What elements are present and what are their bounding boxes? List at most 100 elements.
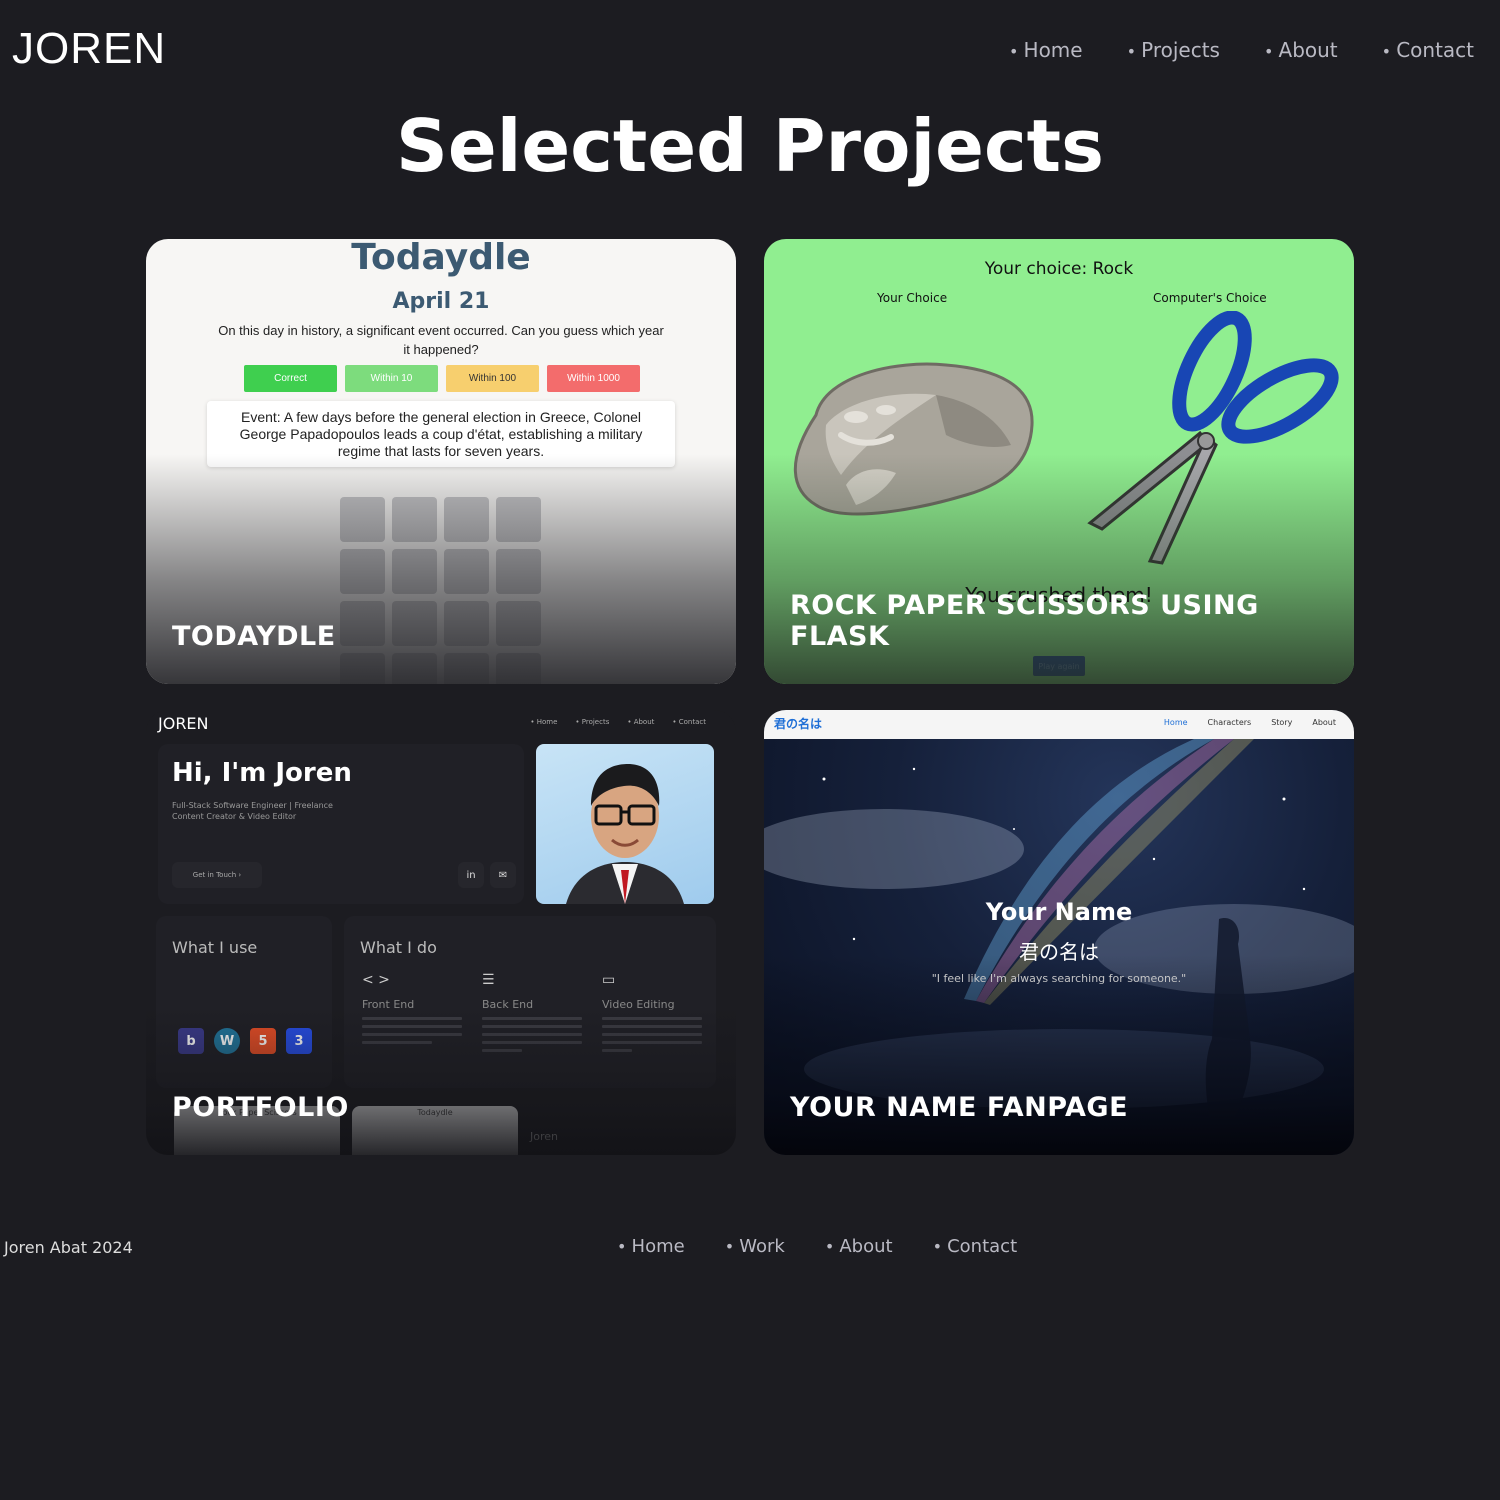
project-card-your-name[interactable]: 君の名は Home Characters Story About Your Na…: [764, 710, 1354, 1155]
legend-within-10: Within 10: [345, 365, 438, 392]
service-title: Front End: [362, 998, 415, 1011]
server-icon: ☰: [482, 972, 495, 988]
html5-icon: 5: [250, 1028, 276, 1054]
portfolio-what-i-use: What I use b W 5 3: [156, 916, 332, 1088]
scissors-image: [1087, 311, 1339, 565]
service-title: Back End: [482, 998, 534, 1011]
yourname-brand: 君の名は: [774, 717, 823, 731]
portfolio-nav-item: • Contact: [672, 718, 706, 726]
yourname-nav-item: About: [1312, 718, 1336, 727]
service-video-editing: ▭ Video Editing: [602, 972, 702, 1057]
what-i-do-heading: What I do: [360, 938, 437, 957]
top-nav: Home Projects About Contact: [1009, 38, 1474, 62]
clapperboard-icon: ▭: [602, 972, 616, 988]
todaydle-date: April 21: [392, 289, 490, 314]
portfolio-nav: • Home • Projects • About • Contact: [530, 718, 706, 726]
hero-subtitle-line: Full-Stack Software Engineer | Freelance: [172, 801, 333, 810]
guess-cell: [444, 601, 489, 646]
guess-cell: [496, 497, 541, 542]
footer-nav-home[interactable]: Home: [617, 1236, 685, 1257]
rps-label-computer: Computer's Choice: [1153, 291, 1267, 305]
guess-cell: [392, 549, 437, 594]
footer-nav: Home Work About Contact: [617, 1236, 1018, 1257]
guess-cell: [340, 653, 385, 684]
footer-nav-contact[interactable]: Contact: [933, 1236, 1017, 1257]
legend-within-100: Within 100: [446, 365, 539, 392]
project-card-todaydle[interactable]: Todaydle April 21 On this day in history…: [146, 239, 736, 684]
todaydle-app-title: Todaydle: [351, 239, 531, 278]
project-caption-rps: ROCK PAPER SCISSORS USING FLASK: [790, 590, 1259, 652]
guess-cell: [392, 601, 437, 646]
yourname-nav-item: Characters: [1207, 718, 1252, 727]
portfolio-what-i-do: What I do < > Front End ☰ Back End ▭ Vid…: [344, 916, 716, 1088]
nav-about[interactable]: About: [1264, 38, 1338, 62]
todaydle-legend: Correct Within 10 Within 100 Within 1000: [244, 365, 640, 392]
guess-cell: [496, 601, 541, 646]
service-front-end: < > Front End: [362, 972, 462, 1049]
tech-icons: b W 5 3: [178, 1028, 312, 1054]
thumb-todaydle: Todaydle: [352, 1106, 518, 1155]
todaydle-event: Event: A few days before the general ele…: [207, 401, 675, 467]
site-logo[interactable]: JOREN: [12, 24, 166, 74]
service-back-end: ☰ Back End: [482, 972, 582, 1057]
portfolio-hero: Hi, I'm Joren Full-Stack Software Engine…: [158, 744, 524, 904]
avatar: [536, 744, 714, 904]
rock-image: [793, 362, 1034, 516]
code-icon: < >: [362, 972, 390, 988]
nav-projects[interactable]: Projects: [1127, 38, 1220, 62]
guess-cell: [444, 549, 489, 594]
footer-nav-about[interactable]: About: [825, 1236, 892, 1257]
legend-within-1000: Within 1000: [547, 365, 640, 392]
guess-cell: [392, 653, 437, 684]
rps-your-choice: Your choice: Rock: [984, 259, 1134, 279]
guess-cell: [496, 549, 541, 594]
thumb-title: Todaydle: [417, 1108, 453, 1117]
project-caption-todaydle: TODAYDLE: [172, 621, 336, 652]
yourname-navbar: 君の名は Home Characters Story About: [764, 710, 1354, 739]
yourname-quote: "I feel like I'm always searching for so…: [931, 972, 1187, 985]
thumb-joren: Joren: [530, 1130, 558, 1143]
project-card-rps[interactable]: Your choice: Rock Your Choice Computer's…: [764, 239, 1354, 684]
nav-contact[interactable]: Contact: [1382, 38, 1474, 62]
linkedin-icon: in: [458, 862, 484, 888]
guess-cell: [340, 497, 385, 542]
guess-cell: [444, 653, 489, 684]
portfolio-hero-subtitle: Full-Stack Software Engineer | Freelance…: [172, 800, 333, 822]
bootstrap-icon: b: [178, 1028, 204, 1054]
portfolio-logo: JOREN: [158, 714, 209, 733]
guess-cell: [340, 601, 385, 646]
yourname-nav: Home Characters Story About: [1164, 718, 1336, 727]
avatar-illustration: [566, 764, 684, 904]
guess-cell: [340, 549, 385, 594]
hero-subtitle-line: Content Creator & Video Editor: [172, 812, 297, 821]
rps-label-you: Your Choice: [877, 291, 948, 305]
project-caption-your-name: YOUR NAME FANPAGE: [790, 1092, 1129, 1123]
portfolio-hero-title: Hi, I'm Joren: [172, 758, 352, 788]
portfolio-nav-item: • About: [627, 718, 655, 726]
play-again-button[interactable]: Play again: [1033, 656, 1085, 676]
service-title: Video Editing: [602, 998, 675, 1011]
guess-cell: [444, 497, 489, 542]
portfolio-nav-item: • Projects: [575, 718, 610, 726]
wordpress-icon: W: [214, 1028, 240, 1054]
guess-cell: [392, 497, 437, 542]
todaydle-description: On this day in history, a significant ev…: [218, 323, 664, 357]
yourname-title: Your Name: [985, 898, 1133, 926]
yourname-jp-title: 君の名は: [1019, 940, 1099, 964]
footer-nav-work[interactable]: Work: [725, 1236, 785, 1257]
what-i-use-heading: What I use: [172, 938, 258, 957]
nav-home[interactable]: Home: [1009, 38, 1083, 62]
legend-correct: Correct: [244, 365, 337, 392]
yourname-nav-item: Home: [1163, 718, 1188, 727]
footer-copyright: Joren Abat 2024: [4, 1238, 133, 1257]
yourname-nav-item: Story: [1271, 718, 1293, 727]
guess-cell: [496, 653, 541, 684]
get-in-touch-button: Get in Touch ›: [172, 862, 262, 888]
mail-icon: ✉: [490, 862, 516, 888]
todaydle-guess-grid: [340, 497, 541, 684]
project-card-portfolio[interactable]: JOREN • Home • Projects • About • Contac…: [146, 710, 736, 1155]
portfolio-nav-item: • Home: [530, 718, 558, 726]
css3-icon: 3: [286, 1028, 312, 1054]
page-title: Selected Projects: [396, 104, 1104, 188]
project-caption-portfolio: PORTFOLIO: [172, 1092, 349, 1123]
